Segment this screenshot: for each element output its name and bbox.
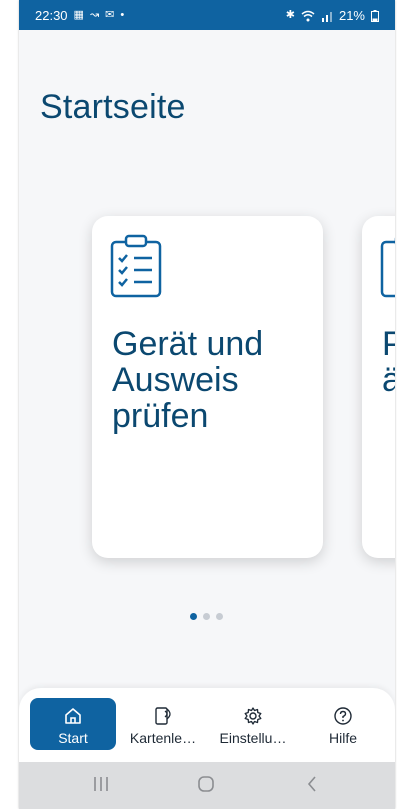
pagination-dot-active[interactable] — [190, 613, 197, 620]
battery-percent: 21% — [338, 8, 365, 23]
help-icon — [334, 707, 352, 725]
system-navigation-bar — [19, 762, 395, 809]
status-bar: 22:30 ▦ ↝ ✉ • ✱ 21% — [19, 0, 395, 30]
dot-icon: • — [120, 9, 125, 21]
checklist-icon — [110, 234, 162, 298]
back-button[interactable] — [305, 774, 319, 794]
bluetooth-icon: ✱ — [285, 9, 295, 21]
sim-icon: ▦ — [73, 9, 84, 21]
nav-label: Einstellu… — [219, 730, 287, 746]
home-icon — [65, 708, 81, 724]
signal-icon — [321, 11, 332, 22]
settings-icon — [244, 707, 262, 725]
wifi-icon — [301, 10, 315, 21]
battery-icon — [371, 9, 379, 22]
nav-item-start[interactable]: Start — [30, 698, 116, 750]
card-title: P ä — [382, 325, 395, 399]
bottom-navigation: Start Kartenle… Einstellu… Hilfe — [19, 688, 395, 762]
card-reader-icon — [155, 707, 171, 725]
nav-label: Kartenle… — [129, 730, 197, 746]
carousel-card-check-device[interactable]: Gerät und Ausweis prüfen — [92, 216, 323, 558]
home-button[interactable] — [196, 774, 216, 794]
page-title: Startseite — [40, 88, 186, 126]
mail-icon: ✉ — [105, 9, 115, 21]
carousel-pagination — [190, 613, 223, 620]
checklist-icon — [380, 237, 395, 298]
nav-item-card-reader[interactable]: Kartenle… — [120, 698, 206, 750]
pagination-dot[interactable] — [216, 613, 223, 620]
nav-label: Start — [58, 730, 88, 746]
nav-item-settings[interactable]: Einstellu… — [210, 698, 296, 750]
call-forward-icon: ↝ — [89, 9, 100, 21]
nav-label: Hilfe — [328, 730, 357, 746]
nav-item-help[interactable]: Hilfe — [300, 698, 386, 750]
app-window: 22:30 ▦ ↝ ✉ • ✱ 21% Startseite Gerät und… — [19, 0, 395, 809]
card-title: Gerät und Ausweis prüfen — [112, 325, 264, 435]
recents-button[interactable] — [92, 774, 110, 794]
pagination-dot[interactable] — [203, 613, 210, 620]
carousel-card-next[interactable]: P ä — [362, 216, 395, 558]
status-time: 22:30 — [35, 8, 68, 23]
